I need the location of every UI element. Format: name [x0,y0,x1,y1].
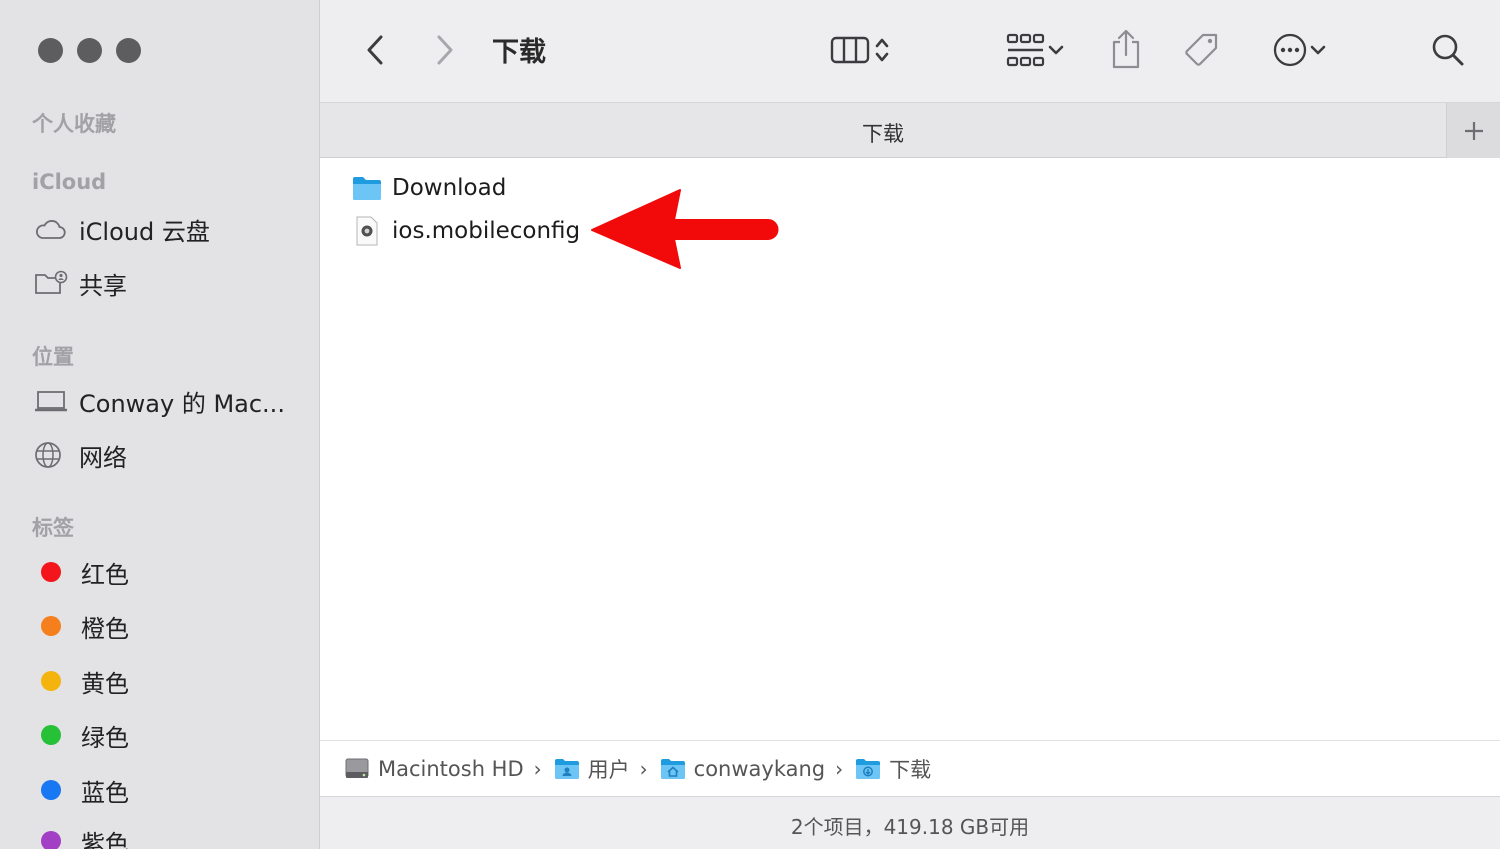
users-folder-icon [554,758,580,780]
laptop-icon [34,386,68,416]
tag-icon [1185,33,1218,66]
section-tags: 标签 [32,516,74,540]
zoom-button[interactable] [116,38,141,63]
list-item[interactable]: ios.mobileconfig [352,211,580,251]
file-name: ios.mobileconfig [392,218,581,244]
sidebar-item-label: 紫色 [81,829,129,849]
column-view-icon [830,36,870,64]
view-mode-button[interactable] [818,30,904,70]
path-item-downloads[interactable]: 下载 [855,754,931,784]
downloads-folder-icon [855,758,881,780]
more-actions-button[interactable] [1264,30,1336,70]
back-button[interactable] [358,30,392,70]
sidebar-item-shared[interactable]: 共享 [34,263,127,303]
close-button[interactable] [38,38,63,63]
path-label: 下载 [889,757,932,782]
path-item-macintosh-hd[interactable]: Macintosh HD › [344,756,554,782]
annotation-arrow [591,189,779,269]
search-icon [1432,34,1464,66]
path-bar: Macintosh HD › 用户 › conwaykang › 下载 [320,740,1500,796]
sidebar-item-network[interactable]: 网络 [34,435,127,475]
sidebar-item-label: Conway 的 Mac... [79,389,285,418]
tab-bar: 下载 [320,102,1500,158]
path-item-users[interactable]: 用户 › [554,754,660,784]
file-list: Download ios.mobileconfig [320,158,1500,740]
section-favorites: 个人收藏 [32,112,116,136]
minimize-button[interactable] [77,38,102,63]
forward-button[interactable] [428,30,462,70]
search-button[interactable] [1428,30,1468,70]
tab-downloads[interactable]: 下载 [320,118,1446,148]
path-label: conwaykang [693,756,826,781]
window-title: 下载 [492,37,546,68]
folder-icon [352,175,382,201]
group-icon [1006,33,1045,67]
forward-icon [437,35,453,65]
share-button[interactable] [1108,26,1144,72]
tag-dot-icon [41,671,61,691]
chevron-down-icon [1310,45,1326,55]
sidebar-item-label: 网络 [79,443,127,472]
sidebar-item-tag-blue[interactable]: 蓝色 [34,770,129,810]
sidebar-item-tag-orange[interactable]: 橙色 [34,606,129,646]
path-item-home[interactable]: conwaykang › [660,757,855,781]
status-bar: 2个项目，419.18 GB可用 [320,796,1500,849]
chevron-updown-icon [875,38,889,62]
globe-icon [34,440,68,470]
drive-icon [344,756,370,782]
home-folder-icon [660,758,686,780]
path-separator: › [835,756,844,781]
path-separator: › [533,756,542,781]
traffic-lights [38,38,141,63]
tag-dot-icon [41,562,61,582]
shared-folder-icon [34,268,68,298]
sidebar-item-label: 共享 [79,271,127,300]
path-label: Macintosh HD [378,756,524,781]
cloud-icon [34,214,68,244]
path-label: 用户 [587,757,630,782]
sidebar-item-label: 橙色 [81,614,129,643]
sidebar-item-label: iCloud 云盘 [79,217,210,246]
back-icon [367,35,383,65]
sidebar-item-label: 红色 [81,560,129,589]
sidebar-item-tag-purple[interactable]: 紫色 [34,821,129,849]
section-locations: 位置 [32,345,74,369]
sidebar-item-icloud-drive[interactable]: iCloud 云盘 [34,209,210,249]
tag-dot-icon [41,725,61,745]
tag-dot-icon [41,616,61,636]
sidebar-item-mac[interactable]: Conway 的 Mac... [34,381,285,421]
tag-dot-icon [41,831,61,849]
tag-dot-icon [41,780,61,800]
toolbar: 下载 [320,0,1500,102]
share-icon [1112,29,1140,69]
path-separator: › [639,756,648,781]
chevron-down-icon [1048,45,1064,55]
config-file-icon [352,216,382,246]
sidebar: 个人收藏 iCloud iCloud 云盘 共享 位置 Conway 的 Mac… [0,0,320,849]
section-icloud: iCloud [32,170,107,194]
plus-icon [1464,121,1483,140]
sidebar-item-tag-red[interactable]: 红色 [34,552,129,592]
list-item[interactable]: Download [352,168,506,208]
file-name: Download [392,175,507,201]
sidebar-item-tag-green[interactable]: 绿色 [34,715,129,755]
sidebar-item-label: 蓝色 [81,778,129,807]
finder-window: 个人收藏 iCloud iCloud 云盘 共享 位置 Conway 的 Mac… [0,0,1500,849]
sidebar-item-label: 绿色 [81,723,129,752]
more-icon [1273,33,1307,67]
sidebar-item-tag-yellow[interactable]: 黄色 [34,661,129,701]
tag-button[interactable] [1182,30,1222,70]
main-pane: 下载 下载 Download ios.mobileconfig Macintos… [320,0,1500,849]
sidebar-item-label: 黄色 [81,669,129,698]
group-button[interactable] [998,30,1074,70]
new-tab-button[interactable] [1446,103,1500,158]
